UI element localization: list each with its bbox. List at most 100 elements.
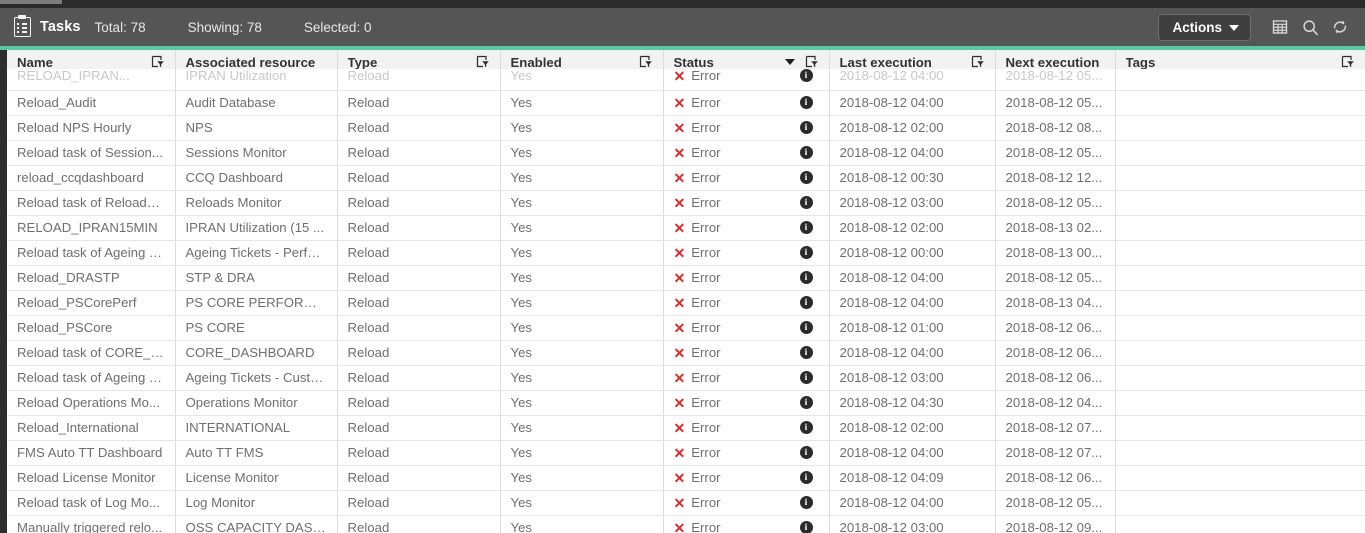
cell-tags bbox=[1115, 315, 1365, 341]
cell-enabled: Yes bbox=[500, 215, 664, 241]
table-row[interactable]: Reload_DRASTP STP & DRA Reload Yes ✕ Error i 20… bbox=[7, 265, 1365, 291]
info-icon[interactable]: i bbox=[799, 296, 813, 309]
table-row[interactable]: Reload_Audit Audit Database Reload Yes ✕ Erro… bbox=[7, 90, 1365, 116]
info-icon[interactable]: i bbox=[799, 196, 813, 209]
info-icon[interactable]: i bbox=[799, 496, 813, 509]
table-row[interactable]: Reload task of Ageing T... Ageing Tickets… bbox=[7, 240, 1365, 266]
cell-tags bbox=[1115, 265, 1365, 291]
cell-status: ✕ Error i bbox=[663, 415, 830, 441]
cell-last-execution: 2018-08-12 04:00 bbox=[829, 340, 996, 366]
tasks-clipboard-icon bbox=[14, 15, 31, 37]
cell-type: Reload bbox=[337, 165, 501, 191]
cell-resource: STP & DRA bbox=[175, 265, 338, 291]
sort-descending-icon[interactable] bbox=[784, 59, 795, 66]
cell-name: RELOAD_IPRAN... bbox=[7, 68, 176, 84]
cell-tags bbox=[1115, 515, 1365, 533]
page-title: Tasks bbox=[40, 19, 81, 35]
table-row[interactable]: Manually triggered relo... OSS CAPACITY D… bbox=[7, 515, 1365, 533]
header-right-group: Actions bbox=[1158, 12, 1355, 42]
cell-name: reload_ccqdashboard bbox=[7, 165, 176, 191]
cell-enabled: Yes bbox=[500, 465, 664, 491]
info-icon[interactable]: i bbox=[799, 69, 813, 82]
info-icon[interactable]: i bbox=[799, 446, 813, 459]
cell-enabled: Yes bbox=[500, 68, 664, 84]
info-icon[interactable]: i bbox=[799, 421, 813, 434]
cell-next-execution: 2018-08-12 06... bbox=[995, 340, 1116, 366]
cell-tags bbox=[1115, 115, 1365, 141]
status-badge: Error bbox=[691, 420, 721, 435]
cell-resource: PS CORE PERFORMA... bbox=[175, 290, 338, 316]
info-icon[interactable]: i bbox=[799, 246, 813, 259]
tasks-table: Name Associated resource Type Enabled Status… bbox=[7, 50, 1365, 533]
table-row[interactable]: Reload License Monitor License Monitor Rel… bbox=[7, 465, 1365, 491]
table-row[interactable]: RELOAD_IPRAN15MIN IPRAN Utilization (15 .… bbox=[7, 215, 1365, 241]
status-badge: Error bbox=[691, 395, 721, 410]
actions-button[interactable]: Actions bbox=[1158, 13, 1251, 41]
cell-resource: Sessions Monitor bbox=[175, 140, 338, 166]
table-row[interactable]: Reload task of CORE_D... CORE_DASHBOARD Re… bbox=[7, 340, 1365, 366]
cell-tags bbox=[1115, 140, 1365, 166]
cell-enabled: Yes bbox=[500, 515, 664, 533]
cell-type: Reload bbox=[337, 390, 501, 416]
cell-next-execution: 2018-08-12 12... bbox=[995, 165, 1116, 191]
info-icon[interactable]: i bbox=[799, 146, 813, 159]
cell-status: ✕ Error i bbox=[663, 165, 830, 191]
refresh-icon[interactable] bbox=[1325, 12, 1355, 42]
table-row[interactable]: Reload_International INTERNATIONAL Reload Y… bbox=[7, 415, 1365, 441]
info-icon[interactable]: i bbox=[799, 396, 813, 409]
actions-button-label: Actions bbox=[1172, 19, 1222, 35]
cell-name: RELOAD_IPRAN15MIN bbox=[7, 215, 176, 241]
error-x-icon: ✕ bbox=[673, 68, 686, 83]
cell-last-execution: 2018-08-12 02:00 bbox=[829, 415, 996, 441]
cell-tags bbox=[1115, 340, 1365, 366]
table-row[interactable]: Reload Operations Mo... Operations Monito… bbox=[7, 390, 1365, 416]
table-row[interactable]: Reload task of Session... Sessions Monito… bbox=[7, 140, 1365, 166]
cell-last-execution: 2018-08-12 03:00 bbox=[829, 515, 996, 533]
info-icon[interactable]: i bbox=[799, 171, 813, 184]
table-grid-icon[interactable] bbox=[1265, 12, 1295, 42]
cell-next-execution: 2018-08-12 05... bbox=[995, 490, 1116, 516]
cell-next-execution: 2018-08-12 05... bbox=[995, 68, 1116, 84]
table-row[interactable]: Reload_PSCore PS CORE Reload Yes ✕ Error i 2018… bbox=[7, 315, 1365, 341]
cell-next-execution: 2018-08-12 05... bbox=[995, 265, 1116, 291]
cell-next-execution: 2018-08-12 05... bbox=[995, 90, 1116, 116]
cell-enabled: Yes bbox=[500, 140, 664, 166]
cell-next-execution: 2018-08-13 04... bbox=[995, 290, 1116, 316]
info-icon[interactable]: i bbox=[799, 521, 813, 533]
info-icon[interactable]: i bbox=[799, 371, 813, 384]
table-row[interactable]: Reload_PSCorePerf PS CORE PERFORMA... Relo… bbox=[7, 290, 1365, 316]
info-icon[interactable]: i bbox=[799, 121, 813, 134]
table-row[interactable]: reload_ccqdashboard CCQ Dashboard Reload Ye… bbox=[7, 165, 1365, 191]
cell-tags bbox=[1115, 440, 1365, 466]
search-icon[interactable] bbox=[1295, 12, 1325, 42]
info-icon[interactable]: i bbox=[799, 221, 813, 234]
info-icon[interactable]: i bbox=[799, 321, 813, 334]
status-badge: Error bbox=[691, 145, 721, 160]
cell-status: ✕ Error i bbox=[663, 190, 830, 216]
cell-status: ✕ Error i bbox=[663, 490, 830, 516]
tasks-table-container[interactable]: Name Associated resource Type Enabled Status… bbox=[7, 50, 1365, 533]
cell-name: Reload_PSCorePerf bbox=[7, 290, 176, 316]
info-icon[interactable]: i bbox=[799, 271, 813, 284]
cell-tags bbox=[1115, 390, 1365, 416]
table-row[interactable]: Reload task of Ageing T... Ageing Tickets… bbox=[7, 365, 1365, 391]
table-row[interactable]: Reload task of Reloads ... Reloads Monito… bbox=[7, 190, 1365, 216]
cell-next-execution: 2018-08-12 07... bbox=[995, 440, 1116, 466]
cell-tags bbox=[1115, 490, 1365, 516]
info-icon[interactable]: i bbox=[799, 96, 813, 109]
info-icon[interactable]: i bbox=[799, 471, 813, 484]
cell-resource: CORE_DASHBOARD bbox=[175, 340, 338, 366]
info-icon[interactable]: i bbox=[799, 346, 813, 359]
cell-tags bbox=[1115, 68, 1365, 84]
left-rail bbox=[0, 50, 7, 533]
table-row[interactable]: Reload NPS Hourly NPS Reload Yes ✕ Error i 2018… bbox=[7, 115, 1365, 141]
cell-name: Reload task of Ageing T... bbox=[7, 240, 176, 266]
cell-tags bbox=[1115, 465, 1365, 491]
table-row[interactable]: Reload task of Log Mo... Log Monitor Reloa… bbox=[7, 490, 1365, 516]
table-row-clipped[interactable]: RELOAD_IPRAN... IPRAN Utilization Reload Ye… bbox=[7, 68, 1365, 90]
table-row[interactable]: FMS Auto TT Dashboard Auto TT FMS Reload Ye… bbox=[7, 440, 1365, 466]
cell-type: Reload bbox=[337, 365, 501, 391]
cell-last-execution: 2018-08-12 04:00 bbox=[829, 140, 996, 166]
status-badge: Error bbox=[691, 370, 721, 385]
cell-type: Reload bbox=[337, 515, 501, 533]
